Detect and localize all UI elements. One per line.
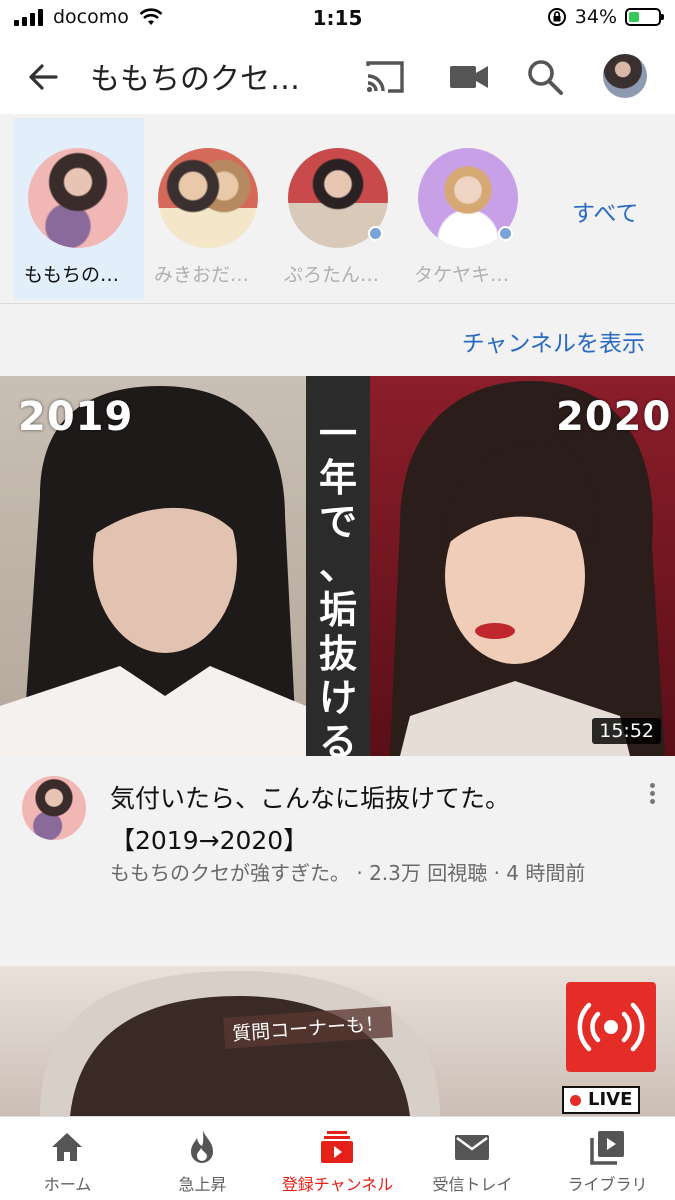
battery-percent: 34% <box>574 6 617 28</box>
nav-home[interactable]: ホーム <box>0 1117 135 1200</box>
channel-avatar <box>28 148 128 248</box>
back-arrow-icon[interactable] <box>22 56 64 98</box>
search-icon[interactable] <box>522 54 568 100</box>
thumbnail-year-after: 2020 <box>556 394 672 440</box>
nav-trending[interactable]: 急上昇 <box>135 1117 270 1200</box>
video-thumbnail[interactable]: 2019 2020 一 年 で 、 垢 抜 け る 。 15:52 <box>0 376 675 756</box>
video-camera-icon[interactable] <box>446 54 492 100</box>
cast-icon[interactable] <box>362 54 408 100</box>
thumbnail-year-before: 2019 <box>18 394 134 440</box>
channel-label: みきおだ… <box>154 264 250 286</box>
bottom-navigation: ホーム 急上昇 登録チャンネル 受信トレイ ライブラリ <box>0 1116 675 1200</box>
nav-label: 登録チャンネル <box>281 1175 394 1194</box>
new-content-dot <box>368 226 383 241</box>
video-meta: 気付いたら、こんなに垢抜けてた。【2019→2020】 ももちのクセが強すぎた。… <box>0 756 675 966</box>
nav-label: 急上昇 <box>178 1175 227 1194</box>
trending-flame-icon <box>191 1130 213 1163</box>
status-bar: docomo 1:15 34% <box>0 0 675 38</box>
video-metadata: ももちのクセが強すぎた。 · 2.3万 回視聴 · 4 時間前 <box>110 861 586 885</box>
nav-library[interactable]: ライブラリ <box>540 1117 675 1200</box>
channel-label: タケヤキ… <box>414 264 510 286</box>
page-title: ももちのクセ… <box>90 62 300 97</box>
library-icon <box>590 1131 624 1165</box>
video-thumbnail-2[interactable]: 質問コーナーも！ LIVE <box>0 966 675 1116</box>
status-right: 34% <box>547 6 664 28</box>
thumbnail-caption: 一 年 で 、 垢 抜 け る 。 <box>318 412 357 756</box>
more-options-icon[interactable] <box>640 780 664 810</box>
nav-label: 受信トレイ <box>432 1175 513 1194</box>
nav-inbox[interactable]: 受信トレイ <box>405 1117 540 1200</box>
nav-label: ホーム <box>43 1175 92 1194</box>
live-broadcast-icon <box>566 982 656 1072</box>
new-content-dot <box>498 226 513 241</box>
subscriptions-icon <box>321 1131 353 1163</box>
account-avatar[interactable] <box>603 54 647 98</box>
channel-strip: ももちの… みきおだ… ぷろたん… タケヤキ… すべて <box>0 114 675 304</box>
nav-subscriptions[interactable]: 登録チャンネル <box>270 1117 405 1200</box>
channel-avatar <box>158 148 258 248</box>
channel-avatar[interactable] <box>22 776 86 840</box>
channel-item-purotan[interactable]: ぷろたん… <box>274 118 404 300</box>
battery-icon <box>625 8 664 26</box>
channel-item-momochi[interactable]: ももちの… <box>14 118 144 300</box>
channel-item-mikioda[interactable]: みきおだ… <box>144 118 274 300</box>
inbox-mail-icon <box>455 1135 489 1160</box>
app-header: ももちのクセ… <box>0 38 675 114</box>
see-all-link[interactable]: すべて <box>572 194 638 228</box>
orientation-lock-icon <box>547 8 566 26</box>
nav-label: ライブラリ <box>567 1175 648 1194</box>
live-badge: LIVE <box>562 1086 641 1114</box>
home-icon <box>52 1133 82 1161</box>
channel-item-takeyaki[interactable]: タケヤキ… <box>404 118 534 300</box>
video-duration: 15:52 <box>592 718 661 744</box>
view-channel-link[interactable]: チャンネルを表示 <box>462 324 645 358</box>
channel-label: ももちの… <box>24 264 120 286</box>
channel-label: ぷろたん… <box>284 264 380 286</box>
video-title[interactable]: 気付いたら、こんなに垢抜けてた。【2019→2020】 <box>110 778 630 862</box>
